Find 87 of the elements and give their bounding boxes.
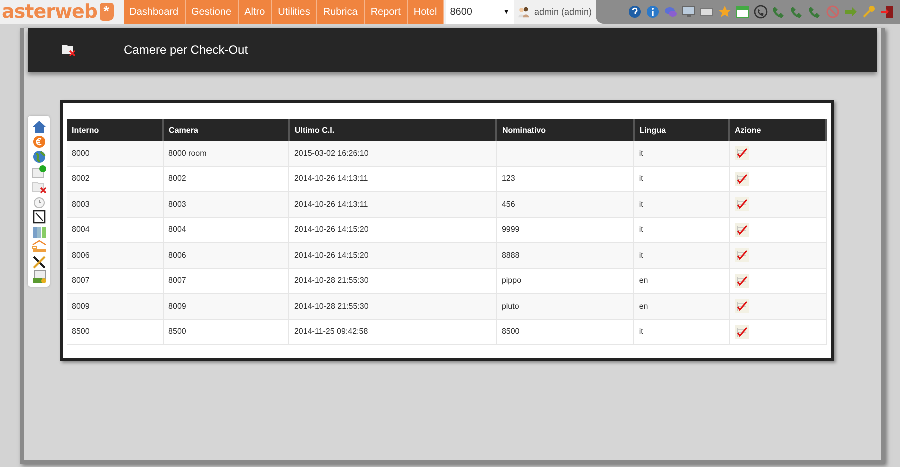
table-cell: it xyxy=(634,319,730,344)
column-header: Ultimo C.I. xyxy=(288,119,496,141)
user-label: admin (admin) xyxy=(534,7,592,17)
info-icon xyxy=(646,5,660,19)
checklist-icon xyxy=(734,274,749,288)
euro-coin-icon xyxy=(32,134,46,148)
handset-icon xyxy=(808,5,822,19)
table-cell: it xyxy=(634,242,730,268)
toolbar-button[interactable] xyxy=(644,3,662,21)
checkout-button[interactable] xyxy=(734,146,749,160)
table-cell: 2014-10-26 14:15:20 xyxy=(288,242,496,268)
exit-door-icon xyxy=(880,5,894,19)
table-cell: 8000 xyxy=(67,141,164,166)
column-header: Azione xyxy=(729,119,826,141)
checklist-icon xyxy=(734,172,749,186)
handset-icon xyxy=(772,5,786,19)
table-cell: 2014-10-28 21:55:30 xyxy=(288,294,496,319)
checkout-button[interactable] xyxy=(734,222,749,237)
checklist-icon xyxy=(734,197,749,212)
table-cell: 8006 xyxy=(67,242,164,268)
checkout-button[interactable] xyxy=(734,299,749,314)
table-cell: en xyxy=(634,294,730,319)
table-cell: 8009 xyxy=(67,294,164,319)
menu-item[interactable]: Dashboard xyxy=(124,0,186,24)
logo-mark: * xyxy=(100,3,114,21)
star-icon xyxy=(718,5,732,19)
table-cell: 2015-03-02 16:26:10 xyxy=(288,141,496,166)
table-cell: 8003 xyxy=(67,192,164,217)
menu-item[interactable]: Report xyxy=(364,0,408,24)
checkout-button[interactable] xyxy=(734,274,749,288)
page-title: Camere per Check-Out xyxy=(124,43,248,57)
menu-item[interactable]: Hotel xyxy=(408,0,444,24)
table-cell: 2014-10-26 14:13:11 xyxy=(288,192,496,217)
notepad-icon xyxy=(32,210,46,224)
checklist-icon xyxy=(734,222,749,237)
monitor-icon xyxy=(682,5,696,19)
tools-icon xyxy=(32,254,46,268)
table-cell: 2014-11-25 09:42:58 xyxy=(288,319,496,344)
key-icon xyxy=(862,5,876,19)
handset-icon xyxy=(790,5,804,19)
table-cell: it xyxy=(634,141,730,166)
add-note-icon xyxy=(32,164,46,178)
table-cell: 8500 xyxy=(163,319,289,344)
table-cell: 8888 xyxy=(496,242,634,268)
help-icon xyxy=(628,5,642,19)
folder-remove-icon xyxy=(32,180,46,194)
toolbar-button[interactable] xyxy=(752,3,770,21)
bed-icon xyxy=(32,240,46,254)
arrow-icon xyxy=(844,5,858,19)
table-cell: it xyxy=(634,192,730,217)
table-cell: pluto xyxy=(496,294,634,319)
menu-item[interactable]: Utilities xyxy=(272,0,318,24)
menu-item[interactable]: Altro xyxy=(238,0,272,24)
toolbar-button[interactable] xyxy=(626,3,644,21)
home-icon xyxy=(32,120,46,134)
globe-icon xyxy=(32,150,46,164)
column-header: Camera xyxy=(163,119,289,141)
checkout-button[interactable] xyxy=(734,197,749,212)
folder-remove-icon xyxy=(62,44,76,56)
checkout-button[interactable] xyxy=(734,248,749,262)
column-header: Interno xyxy=(67,119,164,141)
forbidden-icon xyxy=(826,5,840,19)
table-cell: 8000 room xyxy=(163,141,289,166)
logo-text: asterweb xyxy=(2,1,98,23)
calendar-icon xyxy=(736,5,750,19)
checkout-button[interactable] xyxy=(734,172,749,186)
checklist-icon xyxy=(734,324,749,339)
column-header: Nominativo xyxy=(496,119,634,141)
toolbar-button[interactable] xyxy=(878,3,896,21)
checklist-icon xyxy=(734,299,749,314)
chat-bubbles-icon xyxy=(664,5,678,19)
column-header: Lingua xyxy=(634,119,730,141)
table-cell: 8500 xyxy=(67,319,164,344)
money-chart-icon xyxy=(32,270,46,284)
checklist-icon xyxy=(734,146,749,160)
checkout-button[interactable] xyxy=(734,324,749,339)
alarm-clock-icon xyxy=(32,194,46,208)
menu-item[interactable]: Gestione xyxy=(186,0,239,24)
table-cell: 456 xyxy=(496,192,634,217)
binders-icon xyxy=(32,224,46,238)
table-cell: 8500 xyxy=(496,319,634,344)
checklist-icon xyxy=(734,248,749,262)
table-cell: 8006 xyxy=(163,242,289,268)
phone-icon xyxy=(754,5,768,19)
menu-item[interactable]: Rubrica xyxy=(317,0,365,24)
table-cell: 8009 xyxy=(163,294,289,319)
table-cell: 8003 xyxy=(163,192,289,217)
